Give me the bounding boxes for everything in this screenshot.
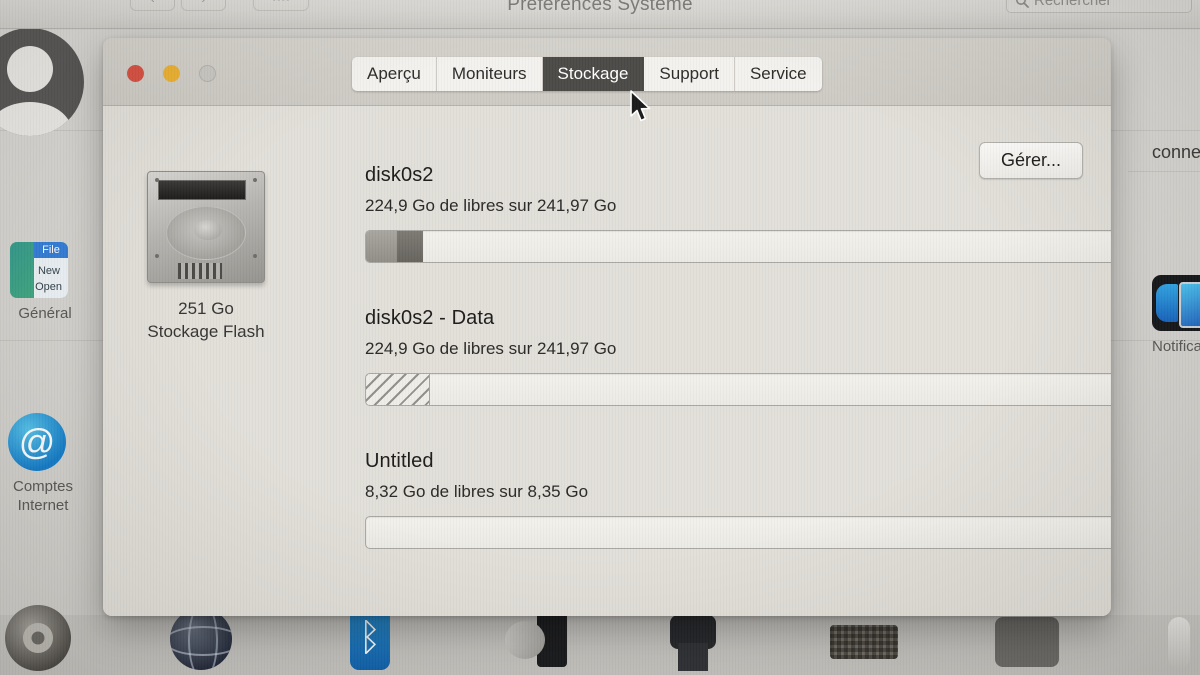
prefs-item-network[interactable] <box>170 608 232 670</box>
close-button[interactable] <box>127 65 144 82</box>
volume-name: Untitled <box>365 450 434 472</box>
notifications-icon <box>1152 275 1200 331</box>
tab-stockage[interactable]: Stockage <box>542 57 645 91</box>
minimize-button[interactable] <box>163 65 180 82</box>
prefs-item-trackpad[interactable] <box>995 617 1059 667</box>
sound-speaker-icon <box>503 609 567 669</box>
traffic-lights <box>127 65 216 82</box>
network-globe-icon <box>170 608 232 670</box>
volume-row: Untitled 8,32 Go de libres sur 8,35 Go <box>365 450 1111 549</box>
volume-row: disk0s2 224,9 Go de libres sur 241,97 Go <box>365 164 1111 263</box>
tab-moniteurs[interactable]: Moniteurs <box>437 57 543 91</box>
volume-name: disk0s2 - Data <box>365 307 495 329</box>
volume-usage-bar <box>365 230 1111 263</box>
window-titlebar: Aperçu Moniteurs Stockage Support Servic… <box>103 38 1111 106</box>
search-input[interactable]: Rechercher <box>1006 0 1192 13</box>
tab-bar: Aperçu Moniteurs Stockage Support Servic… <box>352 57 822 91</box>
volume-detail: 224,9 Go de libres sur 241,97 Go <box>365 339 617 358</box>
usage-segment-purgeable <box>366 374 430 405</box>
general-icon-menu-title: File <box>34 242 68 258</box>
prefs-item-general[interactable]: File New Open Général <box>0 242 96 323</box>
search-placeholder: Rechercher <box>1034 0 1112 9</box>
keyboard-icon <box>830 625 898 659</box>
mouse-icon <box>1168 617 1190 669</box>
prefs-item-keyboard[interactable] <box>830 625 898 659</box>
system-information-window: Aperçu Moniteurs Stockage Support Servic… <box>103 38 1111 616</box>
volume-usage-bar <box>365 516 1111 549</box>
drive-caption: 251 Go Stockage Flash <box>121 297 291 343</box>
usage-segment-system <box>396 231 424 262</box>
prefs-item-mouse[interactable] <box>1168 617 1190 669</box>
drive-summary: 251 Go Stockage Flash <box>121 171 291 343</box>
volume-name: disk0s2 <box>365 164 434 186</box>
prefs-item-notifications[interactable]: Notifica <box>1152 275 1200 356</box>
volume-list: disk0s2 224,9 Go de libres sur 241,97 Go… <box>365 164 1111 588</box>
tab-apercu[interactable]: Aperçu <box>352 57 437 91</box>
general-icon-menu-open: Open <box>35 281 62 293</box>
zoom-button[interactable] <box>199 65 216 82</box>
gear-icon <box>5 605 71 671</box>
prefs-item-general-label: Général <box>18 305 72 322</box>
prefs-item-sound[interactable] <box>503 609 567 669</box>
usage-segment-other <box>366 231 397 262</box>
trackpad-icon <box>995 617 1059 667</box>
volume-detail: 224,9 Go de libres sur 241,97 Go <box>365 196 617 215</box>
bluetooth-icon: ᛒ <box>350 608 390 670</box>
tab-service[interactable]: Service <box>735 57 822 91</box>
prefs-item-bluetooth[interactable]: ᛒ <box>350 608 390 670</box>
internet-accounts-icon: @ <box>8 413 66 471</box>
desktop-screenshot: File New Open Général @ Comptes Internet … <box>0 0 1200 675</box>
nav-forward-button[interactable]: › <box>181 0 226 11</box>
general-icon: File New Open <box>10 242 68 298</box>
nav-grid-button[interactable]: •••• <box>253 0 309 11</box>
drive-type: Stockage Flash <box>147 322 265 341</box>
storage-panel: 251 Go Stockage Flash Gérer... disk0s2 2… <box>103 106 1111 616</box>
prefs-item-gear[interactable] <box>5 605 71 671</box>
prefs-item-user[interactable] <box>0 28 96 136</box>
mouse-cursor <box>630 90 651 122</box>
prefs-item-internet-accounts[interactable]: @ Comptes Internet <box>0 413 94 515</box>
nav-back-button[interactable]: ‹ <box>130 0 175 11</box>
tab-support[interactable]: Support <box>644 57 735 91</box>
drive-capacity: 251 Go <box>178 299 234 318</box>
prefs-item-notifications-label: Notifica <box>1152 338 1200 355</box>
prefs-item-printers[interactable] <box>660 609 726 671</box>
user-avatar <box>0 28 84 136</box>
volume-detail: 8,32 Go de libres sur 8,35 Go <box>365 482 589 501</box>
printer-icon <box>660 609 726 671</box>
volume-usage-bar <box>365 373 1111 406</box>
search-icon <box>1016 0 1029 8</box>
hard-drive-icon <box>147 171 265 283</box>
volume-row: disk0s2 - Data 224,9 Go de libres sur 24… <box>365 307 1111 406</box>
prefs-item-internet-accounts-label: Comptes Internet <box>12 478 74 514</box>
background-toolbar: Préférences Système ‹ › •••• Rechercher <box>0 0 1200 29</box>
background-connected-text: connec <box>1151 142 1200 162</box>
